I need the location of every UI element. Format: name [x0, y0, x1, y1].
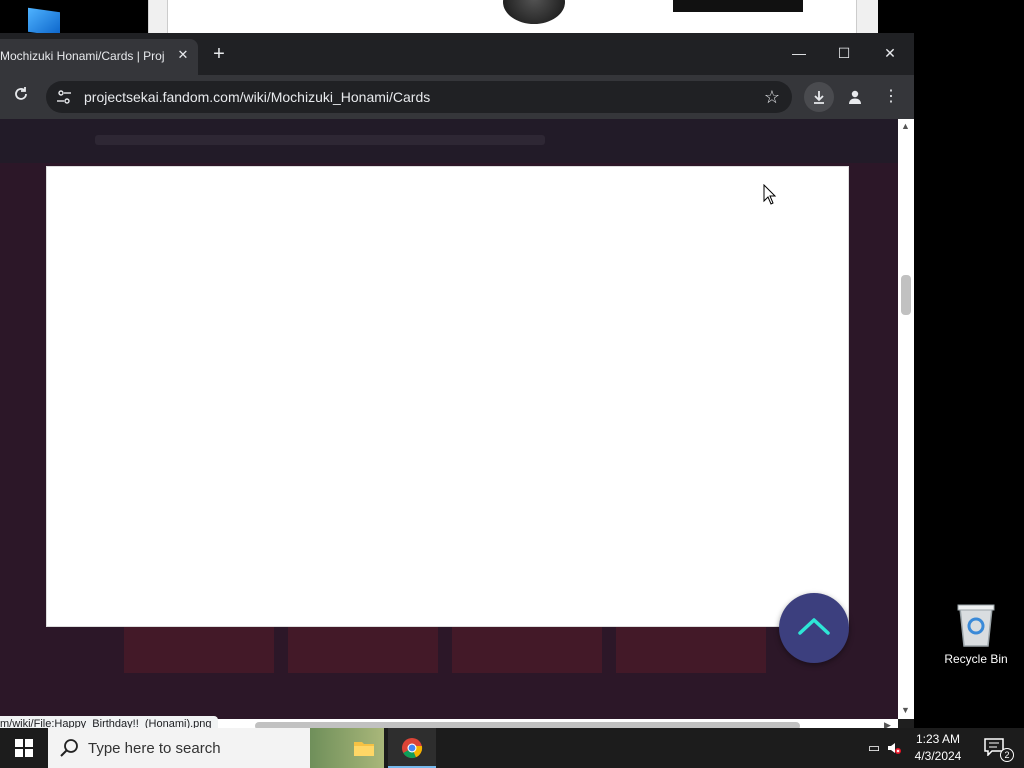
scroll-down-arrow-icon[interactable]: ▼: [901, 705, 910, 715]
clock-time: 1:23 AM: [915, 732, 961, 746]
url-text[interactable]: projectsekai.fandom.com/wiki/Mochizuki_H…: [84, 89, 430, 105]
maximize-button[interactable]: ☐: [822, 39, 866, 67]
clock-date: 4/3/2024: [914, 749, 962, 763]
taskbar-search-box[interactable]: Type here to search: [48, 728, 384, 768]
new-tab-button[interactable]: +: [208, 43, 230, 65]
background-window[interactable]: [148, 0, 878, 34]
volume-muted-icon[interactable]: [886, 740, 902, 756]
minimize-button[interactable]: —: [777, 39, 821, 67]
reload-icon[interactable]: [10, 86, 32, 108]
mouse-cursor-icon: [763, 184, 777, 205]
bookmark-star-icon[interactable]: ☆: [760, 85, 784, 109]
tab-title: Mochizuki Honami/Cards | Proj: [0, 49, 165, 63]
windows-logo-icon: [15, 739, 33, 757]
notification-count-badge: 2: [1000, 748, 1014, 762]
scroll-up-arrow-icon[interactable]: ▲: [901, 121, 910, 131]
browser-tab[interactable]: Mochizuki Honami/Cards | Proj ✕: [0, 39, 198, 75]
site-info-icon[interactable]: [56, 89, 72, 105]
chrome-icon[interactable]: [388, 728, 436, 768]
taskbar: Type here to search ▭ 1:23 AM 4/3/2024 2: [0, 728, 1024, 768]
system-clock[interactable]: 1:23 AM 4/3/2024: [906, 731, 970, 765]
dial-knob: [503, 0, 565, 24]
blank-modal[interactable]: [46, 166, 849, 627]
lcd-display: [673, 0, 803, 12]
search-icon: [60, 739, 78, 757]
title-bar: Mochizuki Honami/Cards | Proj ✕ + — ☐ ✕: [0, 33, 914, 75]
scroll-to-top-button[interactable]: [779, 593, 849, 663]
vertical-scroll-thumb[interactable]: [901, 275, 911, 315]
tablet-mode-icon[interactable]: ▭: [866, 740, 882, 756]
chevron-up-icon: [798, 618, 830, 635]
recycle-bin-label: Recycle Bin: [944, 652, 1008, 666]
profile-icon[interactable]: [840, 82, 870, 112]
desktop-icon-partial[interactable]: [28, 7, 60, 37]
recycle-bin-icon: [957, 604, 995, 647]
action-center-button[interactable]: 2: [976, 728, 1024, 768]
background-window-content: [167, 0, 857, 34]
tab-close-icon[interactable]: ✕: [175, 47, 191, 63]
close-button[interactable]: ✕: [868, 39, 912, 67]
browser-toolbar: projectsekai.fandom.com/wiki/Mochizuki_H…: [0, 75, 914, 119]
file-explorer-icon[interactable]: [340, 728, 388, 768]
address-bar[interactable]: projectsekai.fandom.com/wiki/Mochizuki_H…: [46, 81, 792, 113]
browser-window: Mochizuki Honami/Cards | Proj ✕ + — ☐ ✕ …: [0, 33, 914, 733]
menu-icon[interactable]: ⋮: [876, 82, 906, 112]
recycle-bin[interactable]: Recycle Bin: [940, 600, 1012, 672]
search-placeholder: Type here to search: [88, 740, 221, 757]
download-icon[interactable]: [804, 82, 834, 112]
page-viewport: [0, 119, 898, 719]
vertical-scrollbar[interactable]: ▲ ▼: [898, 119, 914, 719]
start-button[interactable]: [0, 728, 48, 768]
